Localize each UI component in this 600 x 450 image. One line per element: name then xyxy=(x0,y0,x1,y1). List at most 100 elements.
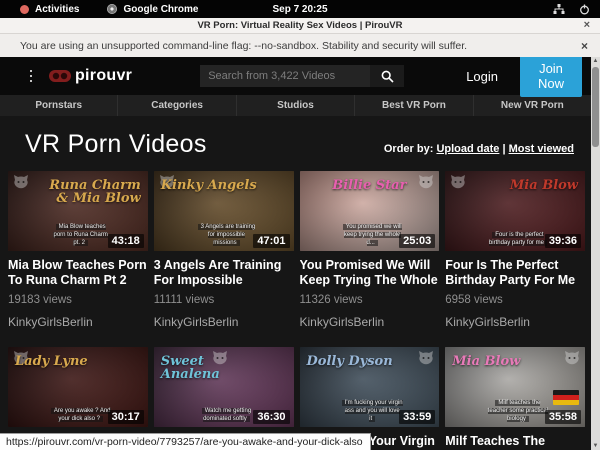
video-thumbnail[interactable]: Mia Blow Four is the perfect birthday pa… xyxy=(445,171,585,251)
site-nav: PornstarsCategoriesStudiosBest VR PornNe… xyxy=(0,95,591,116)
video-title-link[interactable]: 3 Angels Are Training For Impossible Mis… xyxy=(154,258,294,288)
studio-cat-logo-icon xyxy=(450,175,466,189)
duration-badge: 33:59 xyxy=(399,410,435,424)
search-bar xyxy=(200,65,404,87)
studio-cat-logo-icon xyxy=(564,351,580,365)
login-link[interactable]: Login xyxy=(466,69,498,84)
thumbnail-overlay-subtitle: Are you awake ? And your dick also ? xyxy=(50,407,112,423)
thumbnail-overlay-title: Lady Lyne xyxy=(15,355,113,368)
nav-item-pornstars[interactable]: Pornstars xyxy=(0,95,117,116)
video-thumbnail[interactable]: Billie Star You promised we will keep tr… xyxy=(300,171,440,251)
video-thumbnail[interactable]: Lady Lyne Are you awake ? And your dick … xyxy=(8,347,148,427)
network-tree-icon[interactable] xyxy=(553,4,565,15)
infobar-close-icon[interactable]: × xyxy=(581,39,588,53)
search-icon xyxy=(381,70,394,83)
video-title-link[interactable]: Four Is The Perfect Birthday Party For M… xyxy=(445,258,585,288)
video-card: Kinky Angels 3 Angels are training for i… xyxy=(154,171,294,329)
thumbnail-overlay-title: Kinky Angels xyxy=(161,179,259,192)
site-logo[interactable]: pirouvr xyxy=(48,67,132,85)
video-views: 11111 views xyxy=(154,294,294,306)
active-app-menu[interactable]: Google Chrome xyxy=(123,4,198,15)
chrome-icon xyxy=(107,4,117,14)
thumbnail-overlay-subtitle: Four is the perfect birthday party for m… xyxy=(487,231,549,247)
duration-badge: 47:01 xyxy=(253,234,289,248)
video-views: 11326 views xyxy=(300,294,440,306)
studio-cat-logo-icon xyxy=(13,175,29,189)
order-upload-date-link[interactable]: Upload date xyxy=(436,143,499,155)
recording-indicator-icon xyxy=(20,5,29,14)
join-now-button[interactable]: Join Now xyxy=(520,57,582,97)
thumbnail-overlay-title: Dolly Dyson xyxy=(307,355,405,368)
video-card: Runa Charm & Mia Blow Mia Blow teaches p… xyxy=(8,171,148,329)
video-thumbnail[interactable]: Dolly Dyson I'm fucking your virgin ass … xyxy=(300,347,440,427)
video-card: Mia Blow Milf teaches the teacher some p… xyxy=(445,347,585,450)
studio-cat-logo-icon xyxy=(418,351,434,365)
video-thumbnail[interactable]: Kinky Angels 3 Angels are training for i… xyxy=(154,171,294,251)
video-card: Mia Blow Four is the perfect birthday pa… xyxy=(445,171,585,329)
duration-badge: 43:18 xyxy=(108,234,144,248)
studio-cat-logo-icon xyxy=(418,175,434,189)
thumbnail-overlay-title: Sweet Analena xyxy=(161,355,259,381)
studio-link[interactable]: KinkyGirlsBerlin xyxy=(300,315,440,329)
video-title-link[interactable]: Mia Blow Teaches Porn To Runa Charm Pt 2 xyxy=(8,258,148,288)
video-views: 19183 views xyxy=(8,294,148,306)
thumbnail-overlay-subtitle: Watch me getting dominated softly xyxy=(196,407,258,423)
scrollbar-thumb[interactable] xyxy=(592,67,599,147)
page-title: VR Porn Videos xyxy=(25,130,207,159)
thumbnail-overlay-subtitle: I'm fucking your virgin ass and you will… xyxy=(341,399,403,423)
window-title: VR Porn: Virtual Reality Sex Videos | Pi… xyxy=(197,20,402,31)
duration-badge: 25:03 xyxy=(399,234,435,248)
studio-link[interactable]: KinkyGirlsBerlin xyxy=(154,315,294,329)
vr-goggles-icon xyxy=(48,69,72,83)
clock[interactable]: Sep 7 20:25 xyxy=(272,4,327,15)
activities-button[interactable]: Activities xyxy=(35,4,79,15)
video-thumbnail[interactable]: Runa Charm & Mia Blow Mia Blow teaches p… xyxy=(8,171,148,251)
duration-badge: 36:30 xyxy=(253,410,289,424)
nav-item-best-vr-porn[interactable]: Best VR Porn xyxy=(354,95,472,116)
scroll-up-icon[interactable]: ▲ xyxy=(591,58,600,64)
order-by-label: Order by: xyxy=(384,143,434,155)
nav-item-categories[interactable]: Categories xyxy=(117,95,235,116)
scroll-down-icon[interactable]: ▼ xyxy=(591,443,600,449)
search-button[interactable] xyxy=(370,65,404,87)
studio-link[interactable]: KinkyGirlsBerlin xyxy=(8,315,148,329)
video-thumbnail[interactable]: Sweet Analena Watch me getting dominated… xyxy=(154,347,294,427)
video-title-link[interactable]: Milf Teaches The Teacher Some Practical … xyxy=(445,434,585,450)
order-by: Order by: Upload date | Most viewed xyxy=(384,143,574,159)
status-url: https://pirouvr.com/vr-porn-video/779325… xyxy=(0,433,371,450)
window-title-bar: VR Porn: Virtual Reality Sex Videos | Pi… xyxy=(0,18,600,34)
thumbnail-overlay-subtitle: Mia Blow teaches porn to Runa Charm pt. … xyxy=(50,223,112,247)
studio-link[interactable]: KinkyGirlsBerlin xyxy=(445,315,585,329)
video-views: 6958 views xyxy=(445,294,585,306)
nav-item-studios[interactable]: Studios xyxy=(236,95,354,116)
thumbnail-overlay-subtitle: Milf teaches the teacher some practical … xyxy=(487,399,549,423)
video-thumbnail[interactable]: Mia Blow Milf teaches the teacher some p… xyxy=(445,347,585,427)
thumbnail-overlay-subtitle: 3 Angels are training for impossible mis… xyxy=(196,223,258,247)
duration-badge: 35:58 xyxy=(545,410,581,424)
video-card: Billie Star You promised we will keep tr… xyxy=(300,171,440,329)
duration-badge: 30:17 xyxy=(108,410,144,424)
infobar-message: You are using an unsupported command-lin… xyxy=(20,40,467,52)
os-top-bar: Activities Google Chrome Sep 7 20:25 xyxy=(0,0,600,18)
page-heading-row: VR Porn Videos Order by: Upload date | M… xyxy=(0,116,600,169)
web-content: pirouvr Login Join Now PornstarsCategori… xyxy=(0,57,600,450)
chrome-infobar: You are using an unsupported command-lin… xyxy=(0,34,600,57)
scrollbar[interactable]: ▲ ▼ xyxy=(591,57,600,450)
window-close-icon[interactable]: × xyxy=(584,19,590,31)
search-input[interactable] xyxy=(200,65,370,87)
thumbnail-overlay-title: Mia Blow xyxy=(452,355,550,368)
order-separator: | xyxy=(499,143,508,155)
video-title-link[interactable]: You Promised We Will Keep Trying The Who… xyxy=(300,258,440,288)
site-logo-text: pirouvr xyxy=(75,67,132,85)
screen: Activities Google Chrome Sep 7 20:25 VR … xyxy=(0,0,600,450)
nav-item-new-vr-porn[interactable]: New VR Porn xyxy=(473,95,591,116)
duration-badge: 39:36 xyxy=(545,234,581,248)
german-flag-icon xyxy=(553,390,579,405)
power-icon[interactable] xyxy=(579,4,590,15)
video-grid: Runa Charm & Mia Blow Mia Blow teaches p… xyxy=(8,171,585,450)
thumbnail-overlay-title: Mia Blow xyxy=(480,179,578,192)
site-header: pirouvr Login Join Now xyxy=(0,57,600,95)
order-most-viewed-link[interactable]: Most viewed xyxy=(509,143,574,155)
thumbnail-overlay-title: Runa Charm & Mia Blow xyxy=(43,179,141,205)
menu-hamburger-icon[interactable] xyxy=(30,70,32,82)
